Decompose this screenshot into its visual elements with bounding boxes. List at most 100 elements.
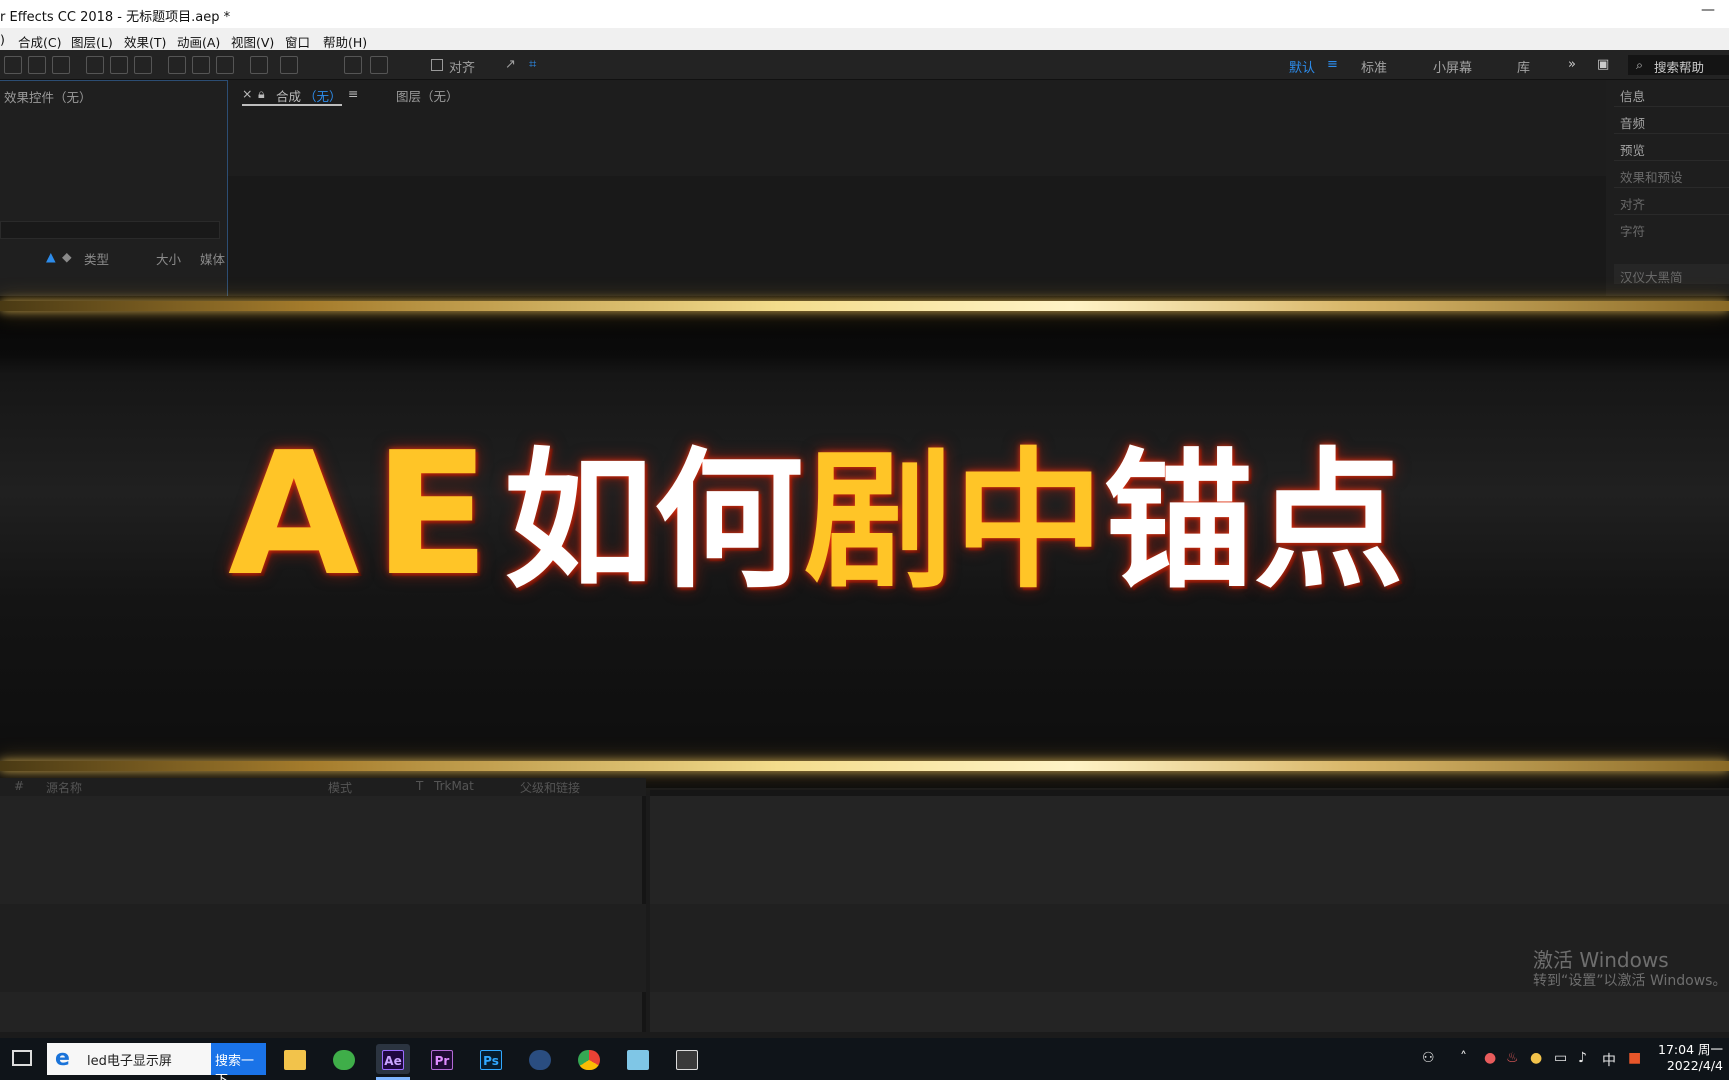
- panel-audio[interactable]: 音频: [1620, 113, 1645, 132]
- col-parent[interactable]: 父级和链接: [520, 779, 580, 796]
- windows-taskbar: e led电子显示屏 搜索一下 Ae Pr Ps ⚇ ˄ ● ♨ ● ▭ ♪ 中…: [0, 1038, 1729, 1080]
- panel-align[interactable]: 对齐: [1620, 194, 1645, 213]
- timeline-layer-list[interactable]: [0, 796, 646, 1032]
- java-tray-icon[interactable]: ♨: [1506, 1050, 1519, 1066]
- panel-preview[interactable]: 预览: [1620, 140, 1645, 159]
- snap-icon[interactable]: ↗: [505, 57, 516, 72]
- taskbar-search-input[interactable]: e led电子显示屏: [47, 1043, 211, 1075]
- volume-icon[interactable]: ♪: [1578, 1050, 1587, 1066]
- tab-layer[interactable]: 图层（无）: [396, 86, 459, 105]
- col-track-t[interactable]: T: [416, 779, 423, 793]
- label-tag-icon[interactable]: ◆: [62, 249, 72, 264]
- network-icon[interactable]: ▭: [1554, 1050, 1567, 1066]
- banner-text-ae: AE: [228, 416, 504, 614]
- workspace-editor-icon[interactable]: ▣: [1597, 57, 1609, 72]
- col-mode[interactable]: 模式: [328, 779, 352, 796]
- workspace-small-screen[interactable]: 小屏幕: [1433, 57, 1472, 76]
- more-workspaces-icon[interactable]: »: [1568, 57, 1576, 72]
- workspace-standard[interactable]: 标准: [1361, 57, 1387, 76]
- menu-item-prev[interactable]: ): [0, 32, 5, 47]
- tray-app-icon[interactable]: ●: [1530, 1050, 1542, 1066]
- file-explorer-icon[interactable]: [278, 1044, 312, 1074]
- sort-arrow-icon[interactable]: ▲: [46, 249, 56, 264]
- minimize-button[interactable]: —: [1701, 2, 1715, 18]
- project-search-input[interactable]: [0, 221, 220, 239]
- taskbar-clock[interactable]: 17:04 周一 2022/4/4: [1658, 1042, 1723, 1074]
- rotate-tool-icon[interactable]: [4, 56, 22, 74]
- workspace-menu-icon[interactable]: ≡: [1327, 57, 1338, 72]
- axis-mode-icon[interactable]: [344, 56, 362, 74]
- premiere-taskbar-icon[interactable]: Pr: [425, 1044, 459, 1074]
- browser-green-icon[interactable]: [327, 1044, 361, 1074]
- puppet-pin-tool-icon[interactable]: [280, 56, 298, 74]
- menu-item-layer[interactable]: 图层(L): [71, 32, 113, 51]
- chrome-icon[interactable]: [572, 1044, 606, 1074]
- taskbar-search-button[interactable]: 搜索一下: [211, 1043, 266, 1080]
- close-tab-icon[interactable]: ×: [242, 86, 252, 101]
- tray-chevron-up-icon[interactable]: ˄: [1460, 1050, 1467, 1066]
- clock-time: 17:04 周一: [1658, 1042, 1723, 1057]
- workspace-libraries[interactable]: 库: [1517, 57, 1530, 76]
- project-columns: ▲ ◆ 类型 大小 媒体: [0, 247, 228, 268]
- snap-options-icon[interactable]: ⌗: [529, 57, 536, 72]
- panel-effects-presets[interactable]: 效果和预设: [1620, 167, 1683, 186]
- timeline-columns: # 源名称 模式 T TrkMat 父级和链接: [0, 778, 646, 796]
- activation-watermark-subtitle: 转到“设置”以激活 Windows。: [1533, 973, 1727, 989]
- help-search-input[interactable]: ⌕ 搜索帮助: [1628, 55, 1729, 75]
- menu-item-window[interactable]: 窗口: [285, 32, 310, 51]
- pen-tool-icon[interactable]: [110, 56, 128, 74]
- game-app-icon[interactable]: [670, 1044, 704, 1074]
- cinema4d-icon[interactable]: [523, 1044, 557, 1074]
- photoshop-taskbar-icon[interactable]: Ps: [474, 1044, 508, 1074]
- effect-controls-panel: 效果控件（无） ▲ ◆ 类型 大小 媒体: [0, 80, 228, 300]
- title-bar: r Effects CC 2018 - 无标题项目.aep * —: [0, 0, 1729, 28]
- camera-tool-icon[interactable]: [28, 56, 46, 74]
- gold-line-bottom: [0, 761, 1729, 771]
- pan-behind-tool-icon[interactable]: [52, 56, 70, 74]
- world-axis-icon[interactable]: [370, 56, 388, 74]
- sogou-ime-icon[interactable]: ■: [1628, 1050, 1641, 1066]
- help-search-placeholder: 搜索帮助: [1654, 60, 1705, 75]
- menu-item-animation[interactable]: 动画(A): [177, 32, 220, 51]
- ime-indicator[interactable]: 中: [1602, 1050, 1616, 1070]
- tab-menu-icon[interactable]: ≡: [348, 86, 358, 101]
- banner-text-how: 如何: [503, 435, 804, 609]
- eraser-tool-icon[interactable]: [216, 56, 234, 74]
- notes-app-icon[interactable]: [621, 1044, 655, 1074]
- panel-character[interactable]: 字符: [1620, 221, 1645, 240]
- composition-panel: × 🔒︎ 合成 （无） ≡ 图层（无）: [228, 80, 1606, 300]
- panel-info[interactable]: 信息: [1620, 86, 1645, 105]
- after-effects-taskbar-icon[interactable]: Ae: [376, 1044, 410, 1080]
- menu-item-view[interactable]: 视图(V): [231, 32, 274, 51]
- banner-text-anchor: 锚点: [1103, 435, 1404, 609]
- search-icon: ⌕: [1636, 57, 1644, 72]
- col-trkmat[interactable]: TrkMat: [434, 779, 474, 793]
- col-number[interactable]: #: [14, 779, 24, 793]
- menu-item-help[interactable]: 帮助(H): [323, 32, 367, 51]
- clock-date: 2022/4/4: [1666, 1058, 1723, 1073]
- column-type[interactable]: 类型: [84, 249, 109, 268]
- align-checkbox[interactable]: [431, 59, 443, 71]
- timeline-graph[interactable]: [650, 790, 1729, 1032]
- column-media[interactable]: 媒体: [200, 249, 225, 268]
- record-tray-icon[interactable]: ●: [1484, 1050, 1496, 1066]
- type-tool-icon[interactable]: [134, 56, 152, 74]
- brush-tool-icon[interactable]: [168, 56, 186, 74]
- font-family-value: 汉仪大黑简: [1620, 270, 1683, 285]
- rectangle-tool-icon[interactable]: [86, 56, 104, 74]
- lock-icon[interactable]: 🔒︎: [258, 86, 265, 102]
- task-view-icon[interactable]: [12, 1050, 32, 1066]
- people-icon[interactable]: ⚇: [1422, 1050, 1435, 1066]
- font-family-select[interactable]: 汉仪大黑简: [1614, 264, 1729, 285]
- clone-stamp-tool-icon[interactable]: [192, 56, 210, 74]
- right-panels-stack: 信息 音频 预览 效果和预设 对齐 字符 汉仪大黑简: [1606, 80, 1729, 300]
- align-label: 对齐: [449, 61, 476, 76]
- column-size[interactable]: 大小: [156, 249, 181, 268]
- composition-viewer[interactable]: [228, 176, 1606, 300]
- menu-item-composition[interactable]: 合成(C): [18, 32, 61, 51]
- col-source-name[interactable]: 源名称: [46, 779, 82, 796]
- menu-item-effect[interactable]: 效果(T): [124, 32, 166, 51]
- workspace-default[interactable]: 默认: [1289, 57, 1315, 76]
- tab-composition[interactable]: 合成: [276, 86, 301, 105]
- roto-brush-tool-icon[interactable]: [250, 56, 268, 74]
